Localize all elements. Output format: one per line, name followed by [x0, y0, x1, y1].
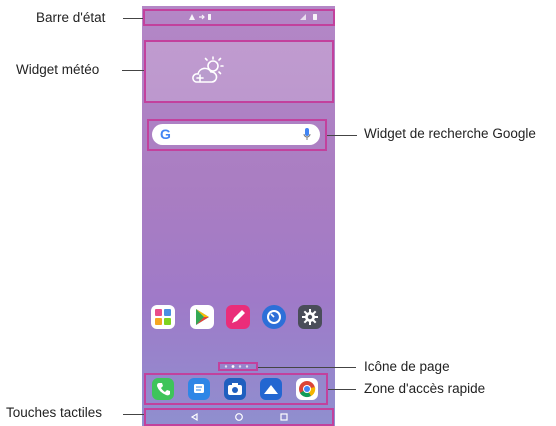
- google-search-bar[interactable]: G: [152, 124, 320, 145]
- pencil-icon[interactable]: [226, 305, 250, 329]
- chrome-icon[interactable]: [296, 378, 318, 400]
- quick-access-callout: Zone d'accès rapide: [364, 381, 486, 396]
- nav-keys: [190, 412, 288, 422]
- battery-icon: [313, 14, 317, 20]
- back-triangle-icon: [190, 412, 198, 422]
- status-bar-leader: [123, 18, 143, 19]
- clock-icon[interactable]: [262, 305, 286, 329]
- messages-icon[interactable]: [188, 378, 210, 400]
- app-folder-icon[interactable]: [151, 305, 175, 329]
- touch-keys-highlight: [144, 408, 334, 426]
- weather-widget-leader: [122, 70, 144, 71]
- status-bar-callout: Barre d'état: [36, 10, 106, 25]
- camera-icon[interactable]: [224, 378, 246, 400]
- google-search-leader: [327, 135, 357, 136]
- quick-access-leader: [328, 389, 356, 390]
- microphone-icon[interactable]: [303, 128, 311, 141]
- diagram: G Barre d'état Widget météo Touches tact…: [0, 0, 556, 426]
- google-search-callout: Widget de recherche Google: [364, 126, 536, 141]
- google-g-icon: G: [160, 126, 171, 142]
- touch-keys-leader: [123, 414, 144, 415]
- recents-square-icon: [280, 413, 288, 421]
- status-bar-icons: [189, 14, 317, 20]
- play-store-icon[interactable]: [190, 305, 214, 329]
- phone-icon[interactable]: [152, 378, 174, 400]
- battery-small-icon: [208, 14, 211, 20]
- arrow-icon: [199, 14, 205, 20]
- cloud-sun-icon: [192, 56, 224, 83]
- touch-keys-callout: Touches tactiles: [6, 405, 103, 420]
- weather-widget-callout: Widget météo: [16, 62, 100, 77]
- page-icon-callout: Icône de page: [364, 359, 450, 374]
- page-icon-highlight: [218, 362, 258, 371]
- page-icon-leader: [258, 367, 356, 368]
- warning-icon: [189, 14, 195, 20]
- settings-gear-icon[interactable]: [298, 305, 322, 329]
- status-bar-highlight: [143, 9, 335, 26]
- page-dots: [224, 365, 249, 368]
- home-circle-icon: [235, 413, 243, 421]
- gallery-icon[interactable]: [260, 378, 282, 400]
- signal-icon: [300, 14, 306, 20]
- weather-widget-highlight: [144, 40, 334, 103]
